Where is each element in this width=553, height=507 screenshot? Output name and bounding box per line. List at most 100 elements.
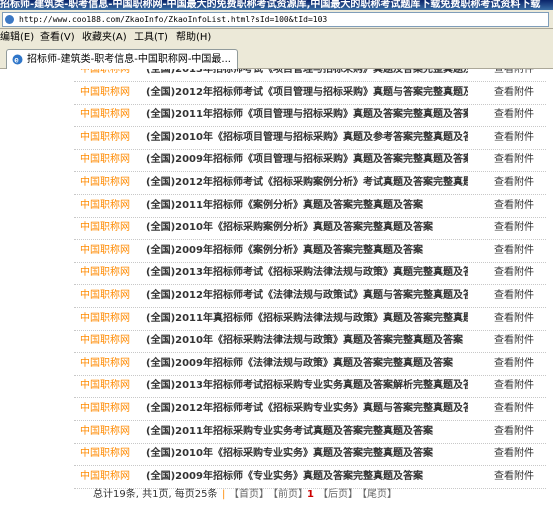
list-item: 中国职称网 (全国)2011年招标师《项目管理与招标采购》真题及答案完整真题及答案… <box>74 104 546 127</box>
list-item: 中国职称网 (全国)2012年招标师考试《项目管理与招标采购》真题与答案完整真题及… <box>74 82 546 105</box>
list-item: 中国职称网 (全国)2009年招标师《案例分析》真题及答案完整真题及答案 查看附件 <box>74 240 546 263</box>
source-link[interactable]: 中国职称网 <box>80 443 130 465</box>
source-link[interactable]: 中国职称网 <box>80 421 130 443</box>
item-title-link[interactable]: (全国)2009年招标师《专业实务》真题及答案完整真题及答案 <box>146 466 468 488</box>
pagination: 总计19条, 共1页, 每页25条 | 【首页】 【前页】 1 【后页】 【尾页… <box>0 487 553 503</box>
source-link[interactable]: 中国职称网 <box>80 127 130 149</box>
view-attachment-link[interactable]: 查看附件 <box>494 330 534 352</box>
view-attachment-link[interactable]: 查看附件 <box>494 172 534 194</box>
list-item: 中国职称网 (全国)2010年《招标采购法律法规与政策》真题及答案完整真题及答案 查… <box>74 330 546 353</box>
list-item: 中国职称网 (全国)2009年招标师《项目管理与招标采购》真题及答案完整真题及答案… <box>74 149 546 172</box>
source-link[interactable]: 中国职称网 <box>80 104 130 126</box>
page-content: 中国职称网 (全国)2013年招标师考试《项目管理与招标采购》真题及答案完整真题及… <box>0 69 553 507</box>
item-title-link[interactable]: (全国)2009年招标师《法律法规与政策》真题及答案完整真题及答案 <box>146 353 468 375</box>
list-item: 中国职称网 (全国)2012年招标师考试《法律法规与政策试》真题与答案完整真题及答… <box>74 285 546 308</box>
first-page-link[interactable]: 【首页】 <box>229 487 269 503</box>
tab-bar: e 招标师-建筑类-职考信息-中国职称网-中国最... <box>0 46 553 69</box>
view-attachment-link[interactable]: 查看附件 <box>494 240 534 262</box>
menu-tools[interactable]: 工具(T) <box>134 29 168 46</box>
source-link[interactable]: 中国职称网 <box>80 262 130 284</box>
pager-separator: | <box>222 489 226 500</box>
svg-text:e: e <box>14 56 19 65</box>
source-link[interactable]: 中国职称网 <box>80 195 130 217</box>
source-link[interactable]: 中国职称网 <box>80 240 130 262</box>
list-item: 中国职称网 (全国)2012年招标师考试《招标采购专业实务》真题与答案完整真题及答… <box>74 398 546 421</box>
list-item: 中国职称网 (全国)2010年《招标采购专业实务》真题及答案完整真题及答案 查看附件 <box>74 443 546 466</box>
source-link[interactable]: 中国职称网 <box>80 308 130 330</box>
source-link[interactable]: 中国职称网 <box>80 466 130 488</box>
list-item: 中国职称网 (全国)2011年招标师《案例分析》真题及答案完整真题及答案 查看附件 <box>74 195 546 218</box>
list-item: 中国职称网 (全国)2013年招标师考试招标采购专业实务真题及答案解析完整真题及答… <box>74 375 546 398</box>
view-attachment-link[interactable]: 查看附件 <box>494 466 534 488</box>
view-attachment-link[interactable]: 查看附件 <box>494 421 534 443</box>
address-bar: http://www.coo188.com/ZkaoInfo/ZkaoInfoL… <box>0 10 553 29</box>
list-item: 中国职称网 (全国)2010年《招标项目管理与招标采购》真题及参考答案完整真题及答… <box>74 127 546 150</box>
item-title-link[interactable]: (全国)2010年《招标采购专业实务》真题及答案完整真题及答案 <box>146 443 468 465</box>
list-item: 中国职称网 (全国)2011年招标采购专业实务考试真题及答案完整真题及答案 查看附件 <box>74 421 546 444</box>
item-title-link[interactable]: (全国)2012年招标师考试《招标采购案例分析》考试真题及答案完整真题... <box>146 172 468 194</box>
list-item: 中国职称网 (全国)2009年招标师《专业实务》真题及答案完整真题及答案 查看附件 <box>74 466 546 489</box>
source-link[interactable]: 中国职称网 <box>80 375 130 397</box>
address-field[interactable]: http://www.coo188.com/ZkaoInfo/ZkaoInfoL… <box>2 12 549 27</box>
source-link[interactable]: 中国职称网 <box>80 398 130 420</box>
list-item: 中国职称网 (全国)2011年真招标师《招标采购法律法规与政策》真题及答案完整真题… <box>74 308 546 331</box>
menu-view[interactable]: 查看(V) <box>40 29 75 46</box>
item-title-link[interactable]: (全国)2012年招标师考试《法律法规与政策试》真题与答案完整真题及答... <box>146 285 468 307</box>
view-attachment-link[interactable]: 查看附件 <box>494 82 534 104</box>
menu-bar: 编辑(E) 查看(V) 收藏夹(A) 工具(T) 帮助(H) <box>0 29 553 47</box>
view-attachment-link[interactable]: 查看附件 <box>494 217 534 239</box>
window-title-bar: 招标师-建筑类-职考信息-中国职称网-中国最大的免费职称考试资源库,中国最大的职… <box>0 0 553 10</box>
window-title: 招标师-建筑类-职考信息-中国职称网-中国最大的免费职称考试资源库,中国最大的职… <box>0 0 541 10</box>
item-title-link[interactable]: (全国)2009年招标师《案例分析》真题及答案完整真题及答案 <box>146 240 468 262</box>
item-title-link[interactable]: (全国)2009年招标师《项目管理与招标采购》真题及答案完整真题及答案 <box>146 149 468 171</box>
list-item: 中国职称网 (全国)2013年招标师考试《招标采购法律法规与政策》真题完整真题及答… <box>74 262 546 285</box>
view-attachment-link[interactable]: 查看附件 <box>494 149 534 171</box>
ie-page-icon <box>5 15 14 24</box>
list-item: 中国职称网 (全国)2009年招标师《法律法规与政策》真题及答案完整真题及答案 查看… <box>74 353 546 376</box>
source-link[interactable]: 中国职称网 <box>80 82 130 104</box>
item-title-link[interactable]: (全国)2011年招标师《案例分析》真题及答案完整真题及答案 <box>146 195 468 217</box>
menu-edit[interactable]: 编辑(E) <box>0 29 34 46</box>
menu-help[interactable]: 帮助(H) <box>176 29 211 46</box>
source-link[interactable]: 中国职称网 <box>80 69 130 81</box>
list-item: 中国职称网 (全国)2013年招标师考试《项目管理与招标采购》真题及答案完整真题及… <box>74 69 546 82</box>
view-attachment-link[interactable]: 查看附件 <box>494 69 534 81</box>
view-attachment-link[interactable]: 查看附件 <box>494 353 534 375</box>
ie-logo-icon: e <box>12 54 23 65</box>
view-attachment-link[interactable]: 查看附件 <box>494 127 534 149</box>
view-attachment-link[interactable]: 查看附件 <box>494 195 534 217</box>
item-title-link[interactable]: (全国)2011年招标师《项目管理与招标采购》真题及答案完整真题及答案 <box>146 104 468 126</box>
item-title-link[interactable]: (全国)2013年招标师考试《项目管理与招标采购》真题及答案完整真题及答案 <box>146 69 468 81</box>
view-attachment-link[interactable]: 查看附件 <box>494 398 534 420</box>
current-page: 1 <box>307 489 314 500</box>
tab-label: 招标师-建筑类-职考信息-中国职称网-中国最... <box>27 54 231 65</box>
view-attachment-link[interactable]: 查看附件 <box>494 285 534 307</box>
source-link[interactable]: 中国职称网 <box>80 149 130 171</box>
item-title-link[interactable]: (全国)2013年招标师考试招标采购专业实务真题及答案解析完整真题及答案 <box>146 375 468 397</box>
source-link[interactable]: 中国职称网 <box>80 353 130 375</box>
item-title-link[interactable]: (全国)2010年《招标采购案例分析》真题及答案完整真题及答案 <box>146 217 468 239</box>
item-title-link[interactable]: (全国)2010年《招标采购法律法规与政策》真题及答案完整真题及答案 <box>146 330 468 352</box>
view-attachment-link[interactable]: 查看附件 <box>494 375 534 397</box>
menu-favorites[interactable]: 收藏夹(A) <box>82 29 127 46</box>
last-page-link[interactable]: 【尾页】 <box>357 487 397 503</box>
item-title-link[interactable]: (全国)2012年招标师考试《招标采购专业实务》真题与答案完整真题及答... <box>146 398 468 420</box>
item-title-link[interactable]: (全国)2010年《招标项目管理与招标采购》真题及参考答案完整真题及答... <box>146 127 468 149</box>
view-attachment-link[interactable]: 查看附件 <box>494 104 534 126</box>
item-title-link[interactable]: (全国)2011年真招标师《招标采购法律法规与政策》真题及答案完整真题及... <box>146 308 468 330</box>
source-link[interactable]: 中国职称网 <box>80 330 130 352</box>
browser-tab[interactable]: e 招标师-建筑类-职考信息-中国职称网-中国最... <box>6 49 238 69</box>
source-link[interactable]: 中国职称网 <box>80 172 130 194</box>
source-link[interactable]: 中国职称网 <box>80 217 130 239</box>
item-title-link[interactable]: (全国)2011年招标采购专业实务考试真题及答案完整真题及答案 <box>146 421 468 443</box>
item-title-link[interactable]: (全国)2012年招标师考试《项目管理与招标采购》真题与答案完整真题及... <box>146 82 468 104</box>
list-item: 中国职称网 (全国)2010年《招标采购案例分析》真题及答案完整真题及答案 查看附件 <box>74 217 546 240</box>
item-title-link[interactable]: (全国)2013年招标师考试《招标采购法律法规与政策》真题完整真题及答案 <box>146 262 468 284</box>
prev-page-link[interactable]: 【前页】 <box>268 487 308 503</box>
address-url[interactable]: http://www.coo188.com/ZkaoInfo/ZkaoInfoL… <box>19 13 327 26</box>
view-attachment-link[interactable]: 查看附件 <box>494 308 534 330</box>
next-page-link[interactable]: 【后页】 <box>318 487 358 503</box>
view-attachment-link[interactable]: 查看附件 <box>494 443 534 465</box>
view-attachment-link[interactable]: 查看附件 <box>494 262 534 284</box>
source-link[interactable]: 中国职称网 <box>80 285 130 307</box>
